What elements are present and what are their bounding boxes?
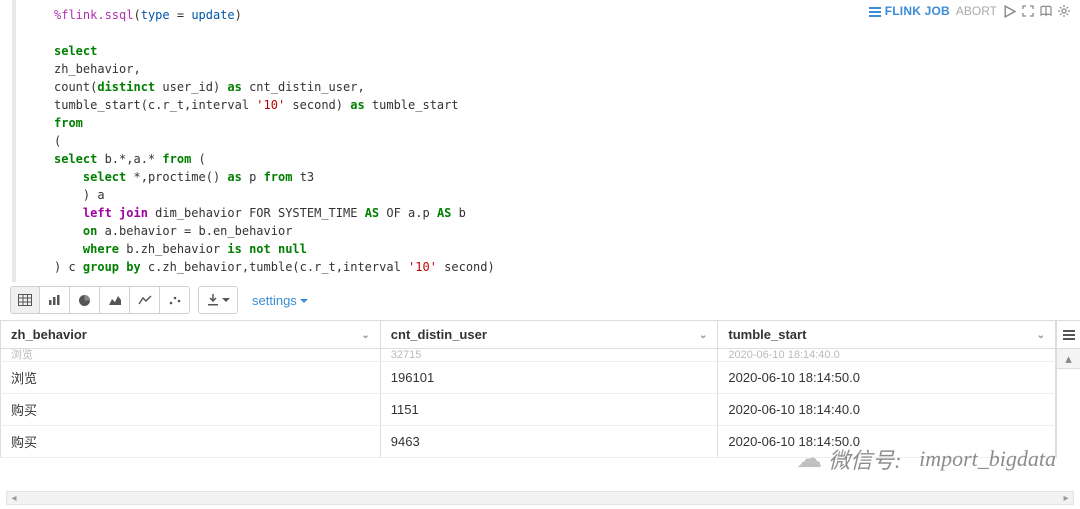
fullscreen-icon[interactable] — [1022, 5, 1034, 17]
flink-job-link[interactable]: FLINK JOB — [869, 4, 950, 18]
table-cell: 9463 — [380, 426, 718, 458]
chevron-down-icon — [222, 298, 230, 306]
view-area-icon[interactable] — [100, 286, 130, 314]
col-header[interactable]: tumble_start⌄ — [718, 321, 1056, 349]
table-cell: 购买 — [1, 394, 381, 426]
horizontal-scrollbar[interactable]: ◂ ▸ — [6, 491, 1074, 505]
table-row[interactable]: 浏览327152020-06-10 18:14:40.0 — [1, 349, 1056, 362]
col-header[interactable]: zh_behavior⌄ — [1, 321, 381, 349]
view-line-icon[interactable] — [130, 286, 160, 314]
table-cell: 浏览 — [1, 362, 381, 394]
table-row[interactable]: 购买11512020-06-10 18:14:40.0 — [1, 394, 1056, 426]
code-cell: FLINK JOB ABORT %flink.ssql(type = updat… — [12, 0, 1080, 282]
table-row[interactable]: 浏览1961012020-06-10 18:14:50.0 — [1, 362, 1056, 394]
scroll-up-icon[interactable]: ▴ — [1057, 349, 1080, 369]
table-cell: 购买 — [1, 426, 381, 458]
table-cell: 2020-06-10 18:14:40.0 — [718, 349, 1056, 362]
cell-actions: FLINK JOB ABORT — [869, 4, 1070, 18]
result-table: zh_behavior⌄ cnt_distin_user⌄ tumble_sta… — [0, 321, 1056, 458]
result-toolbar: settings — [0, 282, 1080, 320]
sort-icon[interactable]: ⌄ — [361, 330, 369, 341]
scroll-left-icon[interactable]: ◂ — [7, 493, 21, 504]
table-cell: 1151 — [380, 394, 718, 426]
table-cell: 2020-06-10 18:14:50.0 — [718, 426, 1056, 458]
table-cell: 2020-06-10 18:14:50.0 — [718, 362, 1056, 394]
view-bar-icon[interactable] — [40, 286, 70, 314]
code-editor[interactable]: %flink.ssql(type = update) select zh_beh… — [24, 6, 1080, 276]
view-table-icon[interactable] — [10, 286, 40, 314]
scroll-right-icon[interactable]: ▸ — [1059, 493, 1073, 504]
table-cell: 浏览 — [1, 349, 381, 362]
col-header[interactable]: cnt_distin_user⌄ — [380, 321, 718, 349]
hamburger-icon[interactable] — [1057, 321, 1080, 349]
table-cell: 196101 — [380, 362, 718, 394]
play-icon[interactable] — [1003, 5, 1016, 18]
table-cell: 2020-06-10 18:14:40.0 — [718, 394, 1056, 426]
sort-icon[interactable]: ⌄ — [699, 330, 707, 341]
settings-link[interactable]: settings — [252, 293, 308, 308]
table-row[interactable]: 购买94632020-06-10 18:14:50.0 — [1, 426, 1056, 458]
chevron-down-icon — [300, 299, 308, 307]
result-table-wrap: zh_behavior⌄ cnt_distin_user⌄ tumble_sta… — [0, 320, 1080, 458]
book-icon[interactable] — [1040, 5, 1052, 17]
abort-button[interactable]: ABORT — [956, 4, 997, 18]
sort-icon[interactable]: ⌄ — [1037, 330, 1045, 341]
gear-icon[interactable] — [1058, 5, 1070, 17]
download-button[interactable] — [198, 286, 238, 314]
view-pie-icon[interactable] — [70, 286, 100, 314]
view-scatter-icon[interactable] — [160, 286, 190, 314]
table-cell: 32715 — [380, 349, 718, 362]
